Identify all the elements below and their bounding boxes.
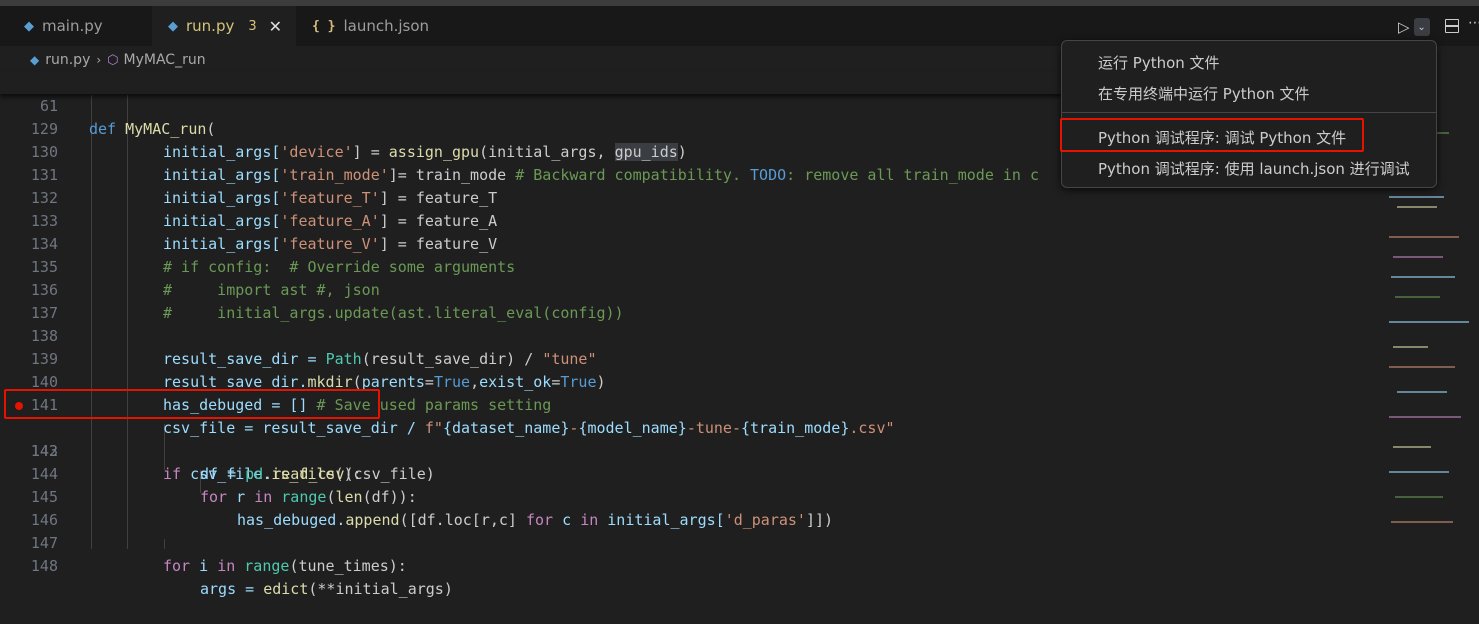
code-text: for i in range(tune_times):	[163, 557, 407, 575]
tab-run-py[interactable]: ◆ run.py 3 ✕	[152, 6, 296, 46]
code-line[interactable]: 136 # initial_args.update(ast.literal_ev…	[0, 256, 1385, 322]
code-line[interactable]: 140 has_debuged = [] # Save used params …	[0, 348, 1385, 414]
minimap-line	[1389, 321, 1469, 323]
minimap-line	[1395, 496, 1443, 498]
minimap-line	[1389, 366, 1455, 368]
tab-label: main.py	[42, 17, 103, 35]
chevron-down-icon[interactable]: ⌄	[1413, 18, 1430, 36]
play-icon: ▷	[1398, 18, 1410, 36]
code-line[interactable]: 146	[0, 486, 1385, 529]
python-file-icon: ◆	[24, 18, 34, 34]
line-number: 61	[39, 97, 58, 115]
code-line[interactable]: 148 args = edict(**initial_args)	[0, 532, 1385, 598]
split-editor-icon	[1445, 19, 1459, 33]
run-dropdown-menu: 运行 Python 文件 在专用终端中运行 Python 文件 Python 调…	[1060, 40, 1437, 188]
split-editor-button[interactable]	[1442, 16, 1462, 36]
menu-divider	[1062, 112, 1436, 113]
code-line[interactable]: 147 for i in range(tune_times):	[0, 509, 1385, 575]
minimap-line	[1389, 196, 1444, 198]
minimap-line	[1391, 521, 1453, 523]
breadcrumb: ◆ run.py › ⬡ MyMAC_run	[30, 49, 206, 71]
json-braces-icon: { }	[312, 18, 336, 34]
code-line[interactable]: 137	[0, 279, 1385, 322]
breadcrumb-file[interactable]: run.py	[45, 52, 90, 68]
code-line[interactable]: 143 df = pd.read_csv(csv_file)	[0, 417, 1385, 483]
code-line[interactable]: 145 has_debuged.append([df.loc[r,c] for …	[0, 463, 1385, 529]
menu-item-run-python-file[interactable]: 运行 Python 文件	[1098, 52, 1220, 73]
minimap-line	[1397, 391, 1447, 393]
minimap-line	[1389, 416, 1461, 418]
annotation-highlight-box	[1060, 118, 1364, 152]
minimap-line	[1391, 276, 1455, 278]
code-line[interactable]: 135 # import ast #, json	[0, 233, 1385, 299]
annotation-highlight-box	[4, 389, 380, 419]
minimap-line	[1389, 471, 1449, 473]
code-line[interactable]: 138 result_save_dir = Path(result_save_d…	[0, 302, 1385, 368]
minimap-line	[1393, 446, 1431, 448]
tab-label: run.py	[186, 17, 235, 35]
tab-main-py[interactable]: ◆ main.py	[0, 6, 152, 46]
code-text: args = edict(**initial_args)	[200, 580, 453, 598]
line-number: 148	[30, 557, 58, 575]
minimap-line	[1393, 256, 1443, 258]
run-python-file-button[interactable]: ▷ ⌄	[1396, 17, 1434, 37]
minimap-line	[1395, 296, 1440, 298]
menu-item-debug-with-launch-json[interactable]: Python 调试程序: 使用 launch.json 进行调试	[1098, 158, 1410, 179]
minimap-line	[1389, 236, 1459, 238]
tab-launch-json[interactable]: { } launch.json	[296, 6, 446, 46]
chevron-right-icon: ›	[96, 53, 102, 67]
method-cube-icon: ⬡	[107, 52, 119, 68]
breadcrumb-symbol[interactable]: MyMAC_run	[124, 52, 206, 68]
code-text: def MyMAC_run(	[89, 120, 216, 138]
minimap-line	[1397, 206, 1437, 208]
code-line[interactable]: 139 result_save_dir.mkdir(parents=True,e…	[0, 325, 1385, 391]
close-icon[interactable]: ✕	[269, 17, 282, 36]
code-line[interactable]: 144 for r in range(len(df)):	[0, 440, 1385, 506]
python-file-icon: ◆	[168, 18, 178, 34]
python-file-icon: ◆	[30, 53, 40, 67]
code-line[interactable]: 133 initial_args['feature_V'] = feature_…	[0, 187, 1385, 253]
menu-item-run-in-dedicated-terminal[interactable]: 在专用终端中运行 Python 文件	[1098, 83, 1310, 104]
tab-label: launch.json	[343, 17, 430, 35]
problems-count-badge: 3	[248, 18, 257, 34]
more-actions-icon[interactable]: ⋯	[1468, 15, 1479, 31]
minimap-line	[1393, 346, 1428, 348]
code-line[interactable]: 134 # if config: # Override some argumen…	[0, 210, 1385, 276]
